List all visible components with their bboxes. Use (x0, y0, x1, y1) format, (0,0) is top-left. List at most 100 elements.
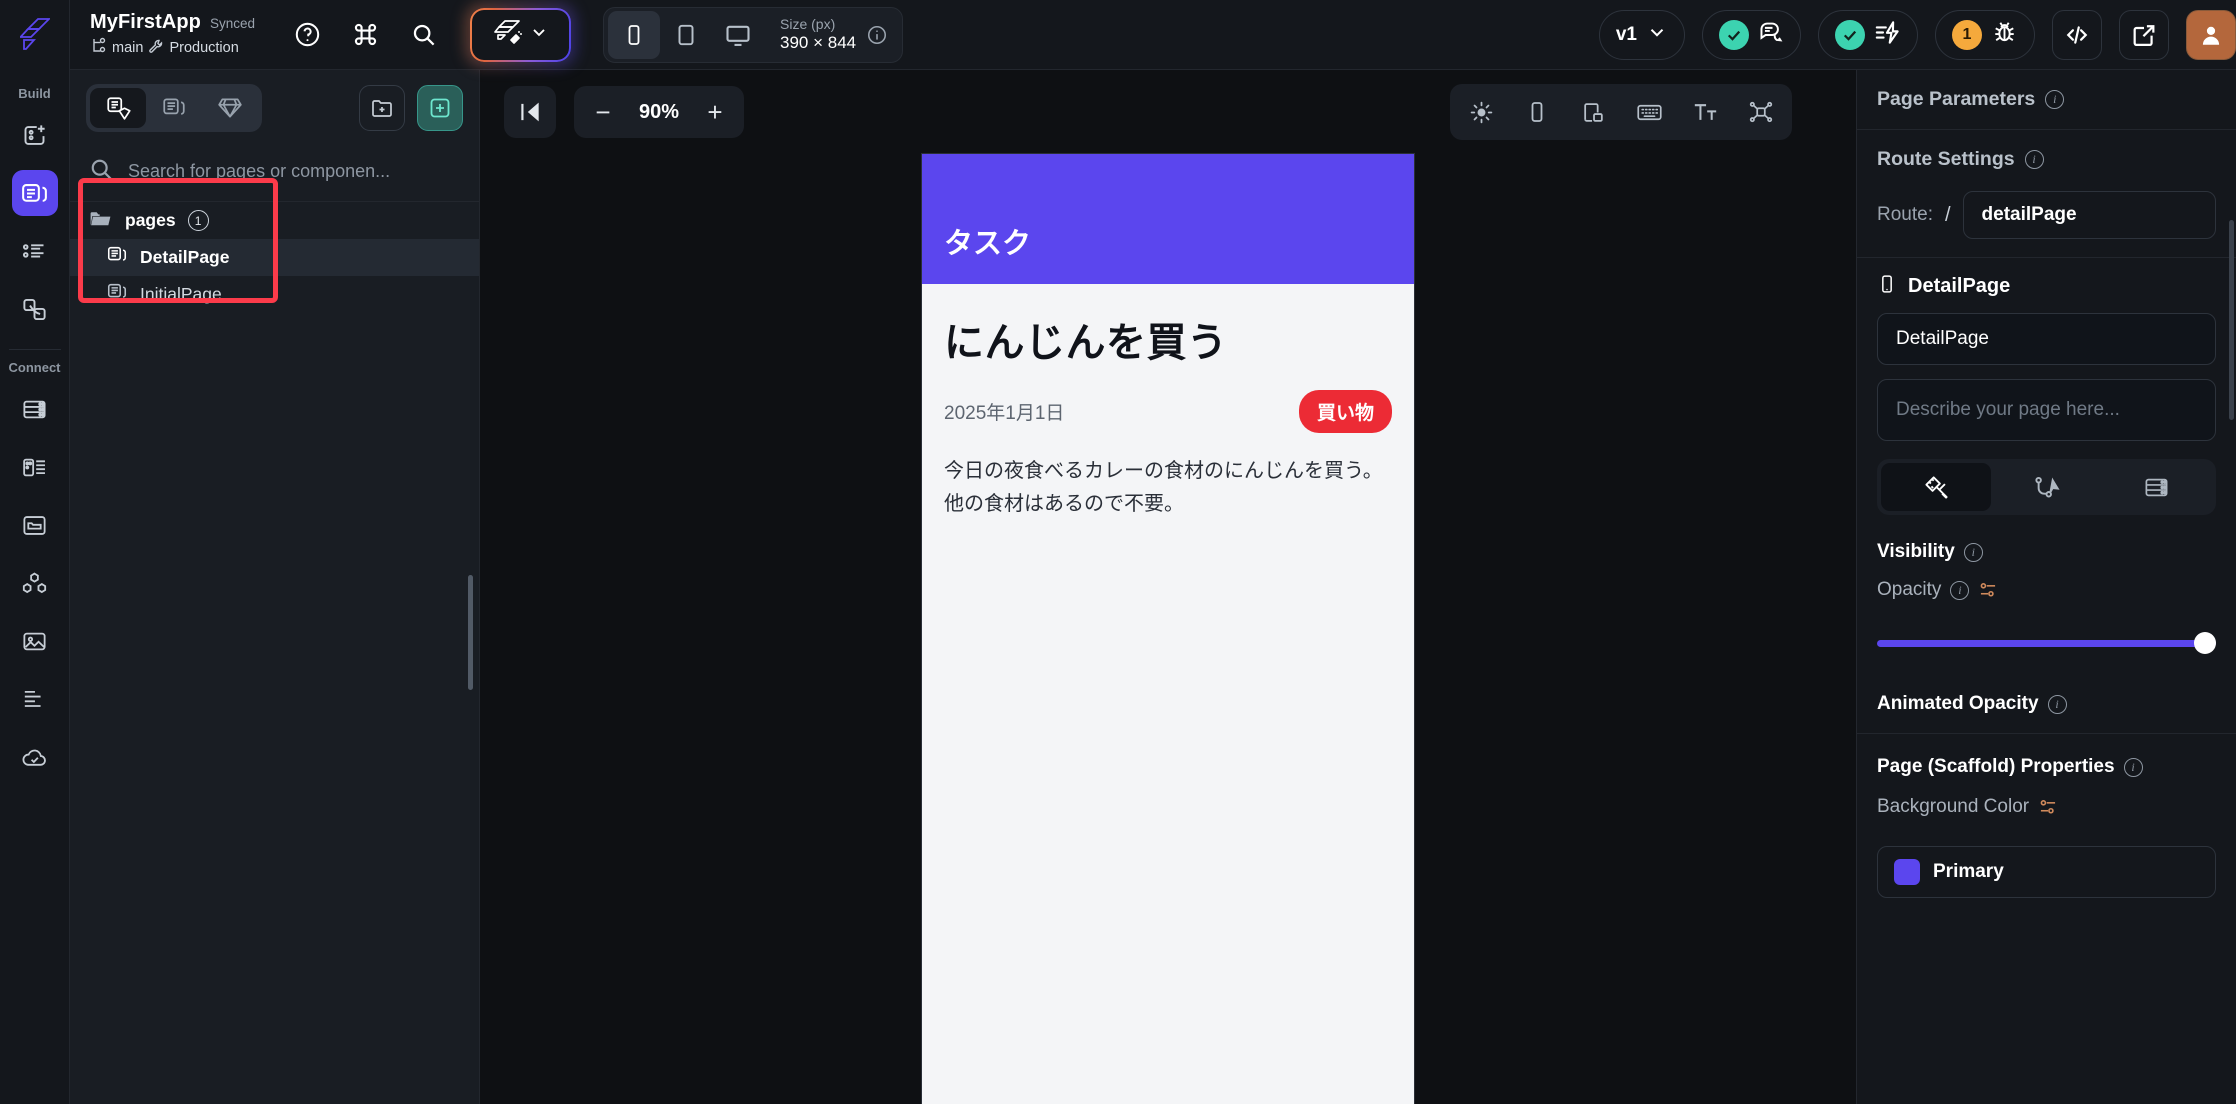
route-label: Route: (1877, 204, 1933, 225)
device-tablet-button[interactable] (660, 11, 712, 59)
tree-item-detailpage[interactable]: DetailPage (70, 239, 479, 276)
sidebar-item-folder[interactable] (12, 502, 58, 548)
tree-item-initialpage[interactable]: InitialPage (70, 276, 479, 313)
sidebar-item-pages[interactable] (11, 170, 58, 216)
canvas-area: − 90% + タスク にんじんを買う 2025年1月1日 買い物 今日の夜食べ… (480, 70, 1856, 1104)
new-folder-icon[interactable] (359, 85, 405, 131)
tree-folder-pages[interactable]: pages 1 (70, 202, 479, 239)
page-icon (106, 244, 128, 271)
sidebar-item-components-list[interactable] (12, 228, 58, 274)
wrench-icon (148, 38, 164, 58)
segment-components[interactable] (146, 88, 202, 128)
visibility-section: Visibility i Opacity i (1857, 515, 2236, 615)
device-size-display: Size (px) 390 × 844 (764, 16, 866, 53)
search-input[interactable] (128, 161, 461, 182)
zoom-out-button[interactable]: − (584, 92, 622, 132)
animated-opacity-section: Animated Opacity i (1857, 675, 2236, 734)
info-icon[interactable]: i (2045, 90, 2065, 109)
top-icon-group (292, 20, 438, 50)
lightning-actions-icon (1874, 19, 1901, 51)
zoom-in-button[interactable]: + (696, 92, 734, 132)
sidebar-item-schema[interactable] (12, 444, 58, 490)
top-right-tools: v1 1 (1598, 9, 2236, 60)
text-scale-icon[interactable] (1678, 88, 1732, 136)
flutterflow-logo-icon[interactable] (0, 0, 70, 70)
help-circle-icon[interactable] (292, 20, 322, 50)
sidebar-item-text-styles[interactable] (12, 676, 58, 722)
code-icon[interactable] (2052, 9, 2102, 60)
open-external-icon[interactable] (2119, 9, 2169, 60)
issues-button[interactable]: 1 (1935, 9, 2035, 60)
branch-name[interactable]: main (112, 40, 143, 56)
sidebar-item-database[interactable] (12, 386, 58, 432)
sync-status: Synced (210, 16, 256, 31)
collapse-panel-icon[interactable] (504, 86, 556, 138)
preview-task-tag: 買い物 (1298, 390, 1392, 433)
command-icon[interactable] (350, 20, 380, 50)
opacity-slider[interactable] (1877, 632, 2216, 654)
theme-brightness-icon[interactable] (1454, 88, 1508, 136)
widget-tree-icon[interactable] (1734, 88, 1788, 136)
info-icon[interactable]: i (2123, 757, 2143, 777)
color-swatch (1894, 859, 1920, 885)
issues-count-badge: 1 (1952, 19, 1982, 50)
branch-icon (90, 37, 107, 58)
pages-tree: pages 1 DetailPage InitialPage (70, 202, 479, 313)
segment-design-system[interactable] (202, 88, 258, 128)
ai-assistant-button[interactable] (472, 9, 569, 60)
environment-name[interactable]: Production (169, 40, 238, 56)
sidebar-item-media[interactable] (12, 618, 58, 664)
opacity-slider-knob[interactable] (2194, 632, 2216, 654)
route-input[interactable]: detailPage (1962, 191, 2216, 239)
zoom-control: − 90% + (574, 86, 744, 138)
pages-panel: pages 1 DetailPage (70, 70, 480, 1104)
size-info-icon[interactable] (866, 24, 888, 46)
comments-button[interactable] (1702, 9, 1801, 60)
info-icon[interactable]: i (2047, 694, 2067, 714)
info-icon[interactable]: i (1963, 542, 1983, 562)
size-value: 390 × 844 (780, 33, 857, 52)
background-color-name: Primary (1933, 861, 2004, 882)
responsive-layout-icon[interactable] (1566, 88, 1620, 136)
chevron-down-icon (1646, 21, 1668, 48)
version-selector[interactable]: v1 (1598, 9, 1685, 60)
tree-folder-count: 1 (187, 210, 209, 231)
background-color-selector[interactable]: Primary (1877, 846, 2216, 898)
scaffold-properties-section: Page (Scaffold) Properties i Background … (1857, 734, 2236, 832)
actions-status-button[interactable] (1818, 9, 1918, 60)
page-name-heading-row: DetailPage (1857, 258, 2236, 299)
conditional-toggle-icon[interactable] (1978, 580, 1998, 600)
sidebar-item-deploy[interactable] (12, 734, 58, 780)
device-preview: タスク にんじんを買う 2025年1月1日 買い物 今日の夜食べるカレーの食材の… (922, 154, 1414, 1104)
user-avatar[interactable] (2186, 9, 2236, 60)
tab-design[interactable] (1881, 463, 1992, 511)
preview-content: にんじんを買う 2025年1月1日 買い物 今日の夜食べるカレーの食材のにんじん… (922, 284, 1414, 521)
canvas-tool-group (1450, 84, 1792, 140)
info-icon[interactable]: i (2024, 150, 2044, 169)
info-icon[interactable]: i (1950, 580, 1970, 600)
bug-icon (1991, 19, 2018, 51)
keyboard-icon[interactable] (1622, 88, 1676, 136)
opacity-label: Opacity (1877, 579, 1942, 600)
tab-backend[interactable] (2102, 463, 2212, 511)
properties-scrollbar[interactable] (2229, 220, 2234, 420)
conditional-toggle-icon[interactable] (2038, 797, 2058, 817)
page-name-input[interactable]: DetailPage (1877, 313, 2216, 365)
sidebar-item-widget-link[interactable] (12, 286, 58, 332)
panel-scrollbar[interactable] (468, 575, 473, 690)
tab-actions[interactable] (1991, 463, 2101, 511)
background-color-label: Background Color (1877, 796, 2030, 817)
new-page-icon[interactable] (417, 85, 463, 131)
sidebar-item-add-component[interactable] (12, 112, 58, 158)
preview-task-date: 2025年1月1日 (944, 403, 1065, 424)
sidebar-item-integrations[interactable] (12, 560, 58, 606)
device-frame-icon[interactable] (1510, 88, 1564, 136)
device-desktop-button[interactable] (712, 11, 764, 59)
tree-item-label: InitialPage (140, 284, 222, 304)
properties-panel: Page Parameters i Route Settings i Route… (1856, 70, 2236, 1104)
device-phone-button[interactable] (608, 10, 660, 59)
segment-pages-and-components[interactable] (90, 88, 146, 128)
preview-task-title: にんじんを買う (944, 321, 1228, 365)
search-icon[interactable] (408, 20, 438, 50)
page-description-input[interactable]: Describe your page here... (1877, 379, 2216, 441)
